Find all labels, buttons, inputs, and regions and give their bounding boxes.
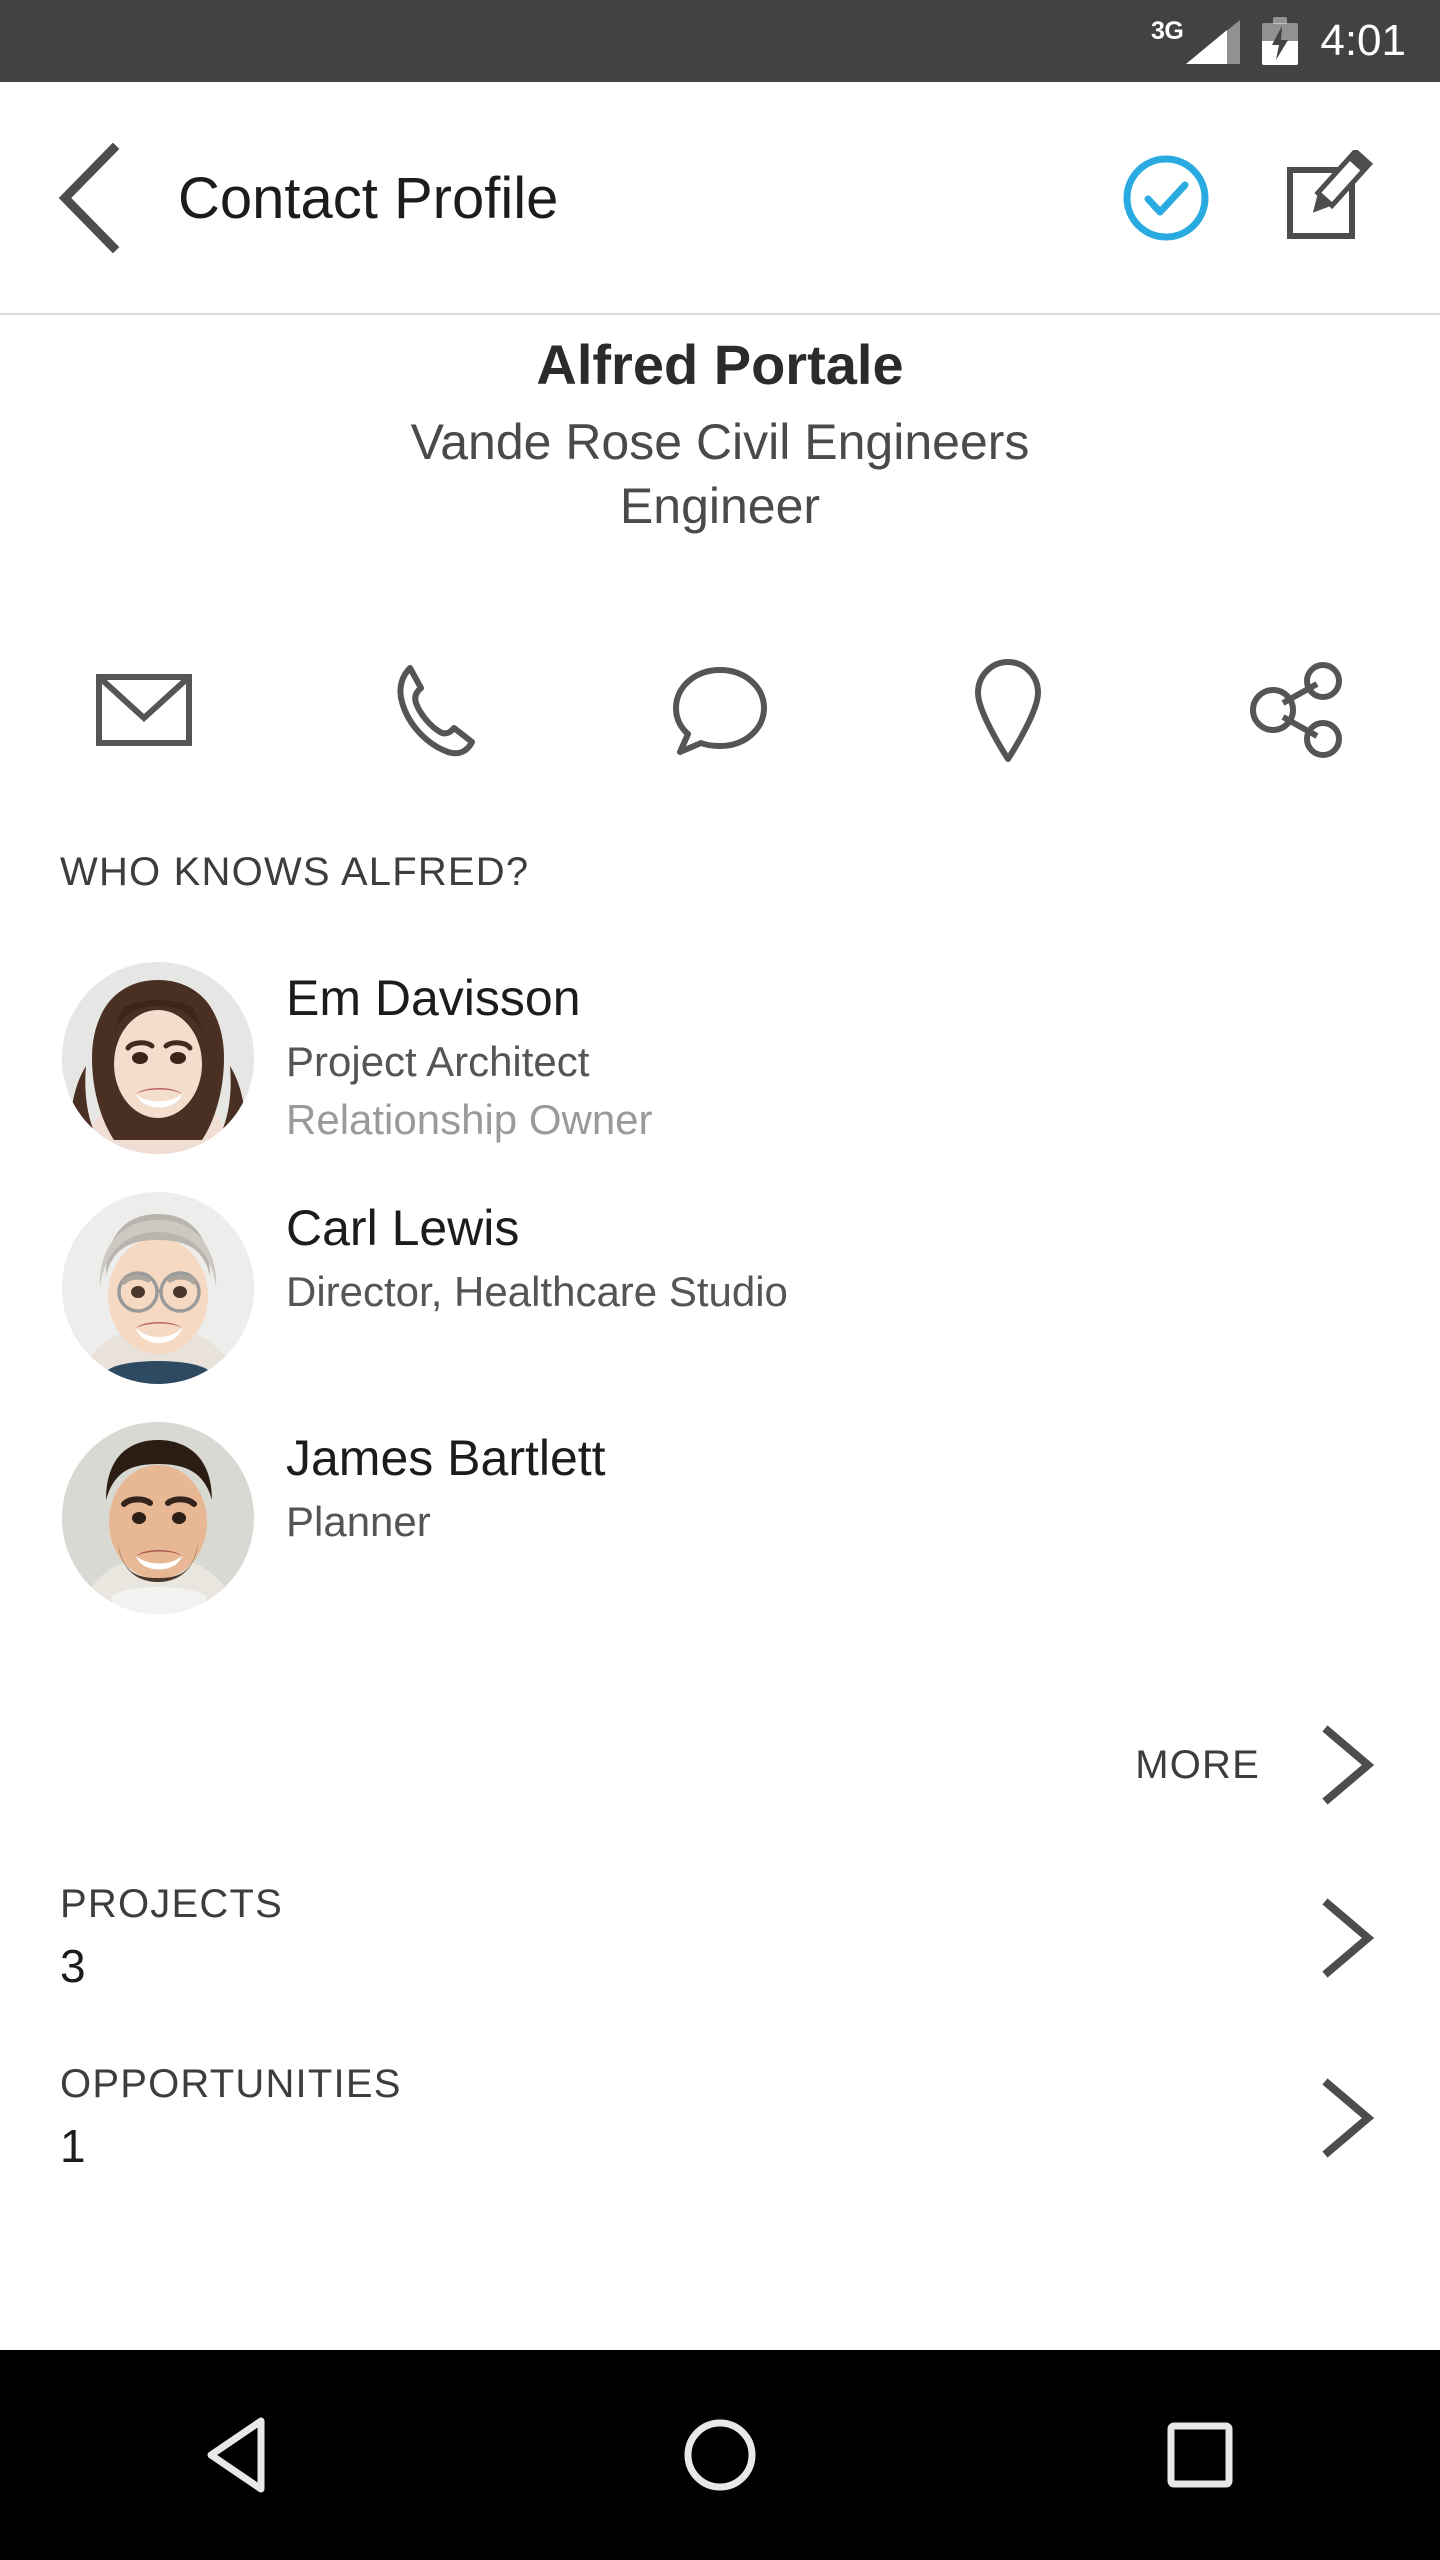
avatar bbox=[62, 962, 254, 1154]
contact-role: Engineer bbox=[619, 478, 821, 534]
status-bar: 3G 4:01 bbox=[0, 0, 1440, 82]
check-circle-icon bbox=[1123, 155, 1209, 241]
call-action[interactable] bbox=[288, 620, 576, 800]
location-action[interactable] bbox=[864, 620, 1152, 800]
signal-bars-icon: 3G bbox=[1151, 17, 1241, 64]
share-icon bbox=[1250, 662, 1342, 758]
quick-action-row bbox=[0, 620, 1440, 800]
chevron-right-icon bbox=[1322, 2077, 1375, 2158]
chevron-right-icon bbox=[1322, 1725, 1375, 1805]
status-bar-clock: 4:01 bbox=[1320, 16, 1406, 65]
list-item-text: Carl Lewis Director, Healthcare Studio bbox=[286, 1190, 788, 1319]
person-title: Planner bbox=[286, 1498, 431, 1545]
avatar-carl-lewis bbox=[62, 1192, 254, 1384]
projects-chevron bbox=[1318, 1897, 1378, 1978]
person-name: James Bartlett bbox=[286, 1430, 606, 1486]
edit-button[interactable] bbox=[1274, 146, 1378, 250]
android-recents-icon bbox=[1167, 2422, 1233, 2488]
contact-name: Alfred Portale bbox=[536, 333, 904, 396]
android-nav-bar bbox=[0, 2350, 1440, 2560]
avatar bbox=[62, 1192, 254, 1384]
contact-company: Vande Rose Civil Engineers bbox=[410, 414, 1030, 470]
status-bar-right-cluster: 3G 4:01 bbox=[1151, 17, 1406, 65]
nav-back-button[interactable] bbox=[0, 2350, 480, 2560]
network-type-label: 3G bbox=[1151, 17, 1184, 45]
chevron-right-icon bbox=[1322, 1897, 1375, 1978]
list-item[interactable]: Em Davisson Project Architect Relationsh… bbox=[0, 960, 1440, 1190]
person-title: Director, Healthcare Studio bbox=[286, 1268, 788, 1315]
phone-screen: 3G 4:01 Contact Profile Alfred Portale V… bbox=[0, 0, 1440, 2560]
signal-triangle bbox=[1186, 20, 1241, 64]
person-name: Em Davisson bbox=[286, 970, 581, 1026]
android-home-icon bbox=[684, 2419, 756, 2491]
location-pin-icon bbox=[975, 659, 1041, 762]
opportunities-label: OPPORTUNITIES bbox=[60, 2061, 402, 2106]
list-item-text: Em Davisson Project Architect Relationsh… bbox=[286, 960, 653, 1147]
opportunities-row[interactable]: OPPORTUNITIES 1 bbox=[0, 2025, 1440, 2210]
battery-charging-icon bbox=[1262, 17, 1299, 65]
message-bubble-icon bbox=[673, 667, 767, 755]
edit-compose-icon bbox=[1287, 150, 1374, 239]
who-knows-list: Em Davisson Project Architect Relationsh… bbox=[0, 960, 1440, 1650]
avatar-james-bartlett bbox=[62, 1422, 254, 1614]
confirm-button[interactable] bbox=[1114, 146, 1218, 250]
more-row[interactable]: MORE bbox=[0, 1700, 1440, 1830]
projects-count: 3 bbox=[60, 1939, 86, 1992]
person-note: Relationship Owner bbox=[286, 1095, 653, 1143]
list-item-text: James Bartlett Planner bbox=[286, 1420, 606, 1549]
android-back-icon bbox=[207, 2417, 265, 2493]
page-title: Contact Profile bbox=[178, 165, 559, 231]
back-chevron-icon bbox=[58, 143, 120, 253]
projects-row[interactable]: PROJECTS 3 bbox=[0, 1845, 1440, 2030]
email-action[interactable] bbox=[0, 620, 288, 800]
share-action[interactable] bbox=[1152, 620, 1440, 800]
opportunities-chevron bbox=[1318, 2077, 1378, 2158]
more-label: MORE bbox=[1135, 1742, 1260, 1787]
nav-recents-button[interactable] bbox=[960, 2350, 1440, 2560]
avatar bbox=[62, 1422, 254, 1614]
app-bar: Contact Profile bbox=[0, 82, 1440, 314]
app-bar-divider bbox=[0, 313, 1440, 315]
list-item[interactable]: James Bartlett Planner bbox=[0, 1420, 1440, 1650]
avatar-em-davisson bbox=[62, 962, 254, 1154]
opportunities-count: 1 bbox=[60, 2119, 86, 2172]
back-button[interactable] bbox=[30, 82, 150, 314]
opportunities-text: OPPORTUNITIES 1 bbox=[60, 2060, 1318, 2176]
message-action[interactable] bbox=[576, 620, 864, 800]
who-knows-header: WHO KNOWS ALFRED? bbox=[60, 850, 530, 894]
list-item[interactable]: Carl Lewis Director, Healthcare Studio bbox=[0, 1190, 1440, 1420]
projects-text: PROJECTS 3 bbox=[60, 1880, 1318, 1996]
email-icon bbox=[96, 674, 192, 746]
phone-icon bbox=[397, 665, 475, 757]
contact-identity: Alfred Portale Vande Rose Civil Engineer… bbox=[0, 330, 1440, 538]
projects-label: PROJECTS bbox=[60, 1881, 283, 1926]
more-chevron bbox=[1318, 1725, 1378, 1805]
person-title: Project Architect bbox=[286, 1038, 590, 1085]
charging-bolt-glyph bbox=[1272, 26, 1289, 60]
nav-home-button[interactable] bbox=[480, 2350, 960, 2560]
app-bar-actions bbox=[1114, 146, 1440, 250]
person-name: Carl Lewis bbox=[286, 1200, 520, 1256]
